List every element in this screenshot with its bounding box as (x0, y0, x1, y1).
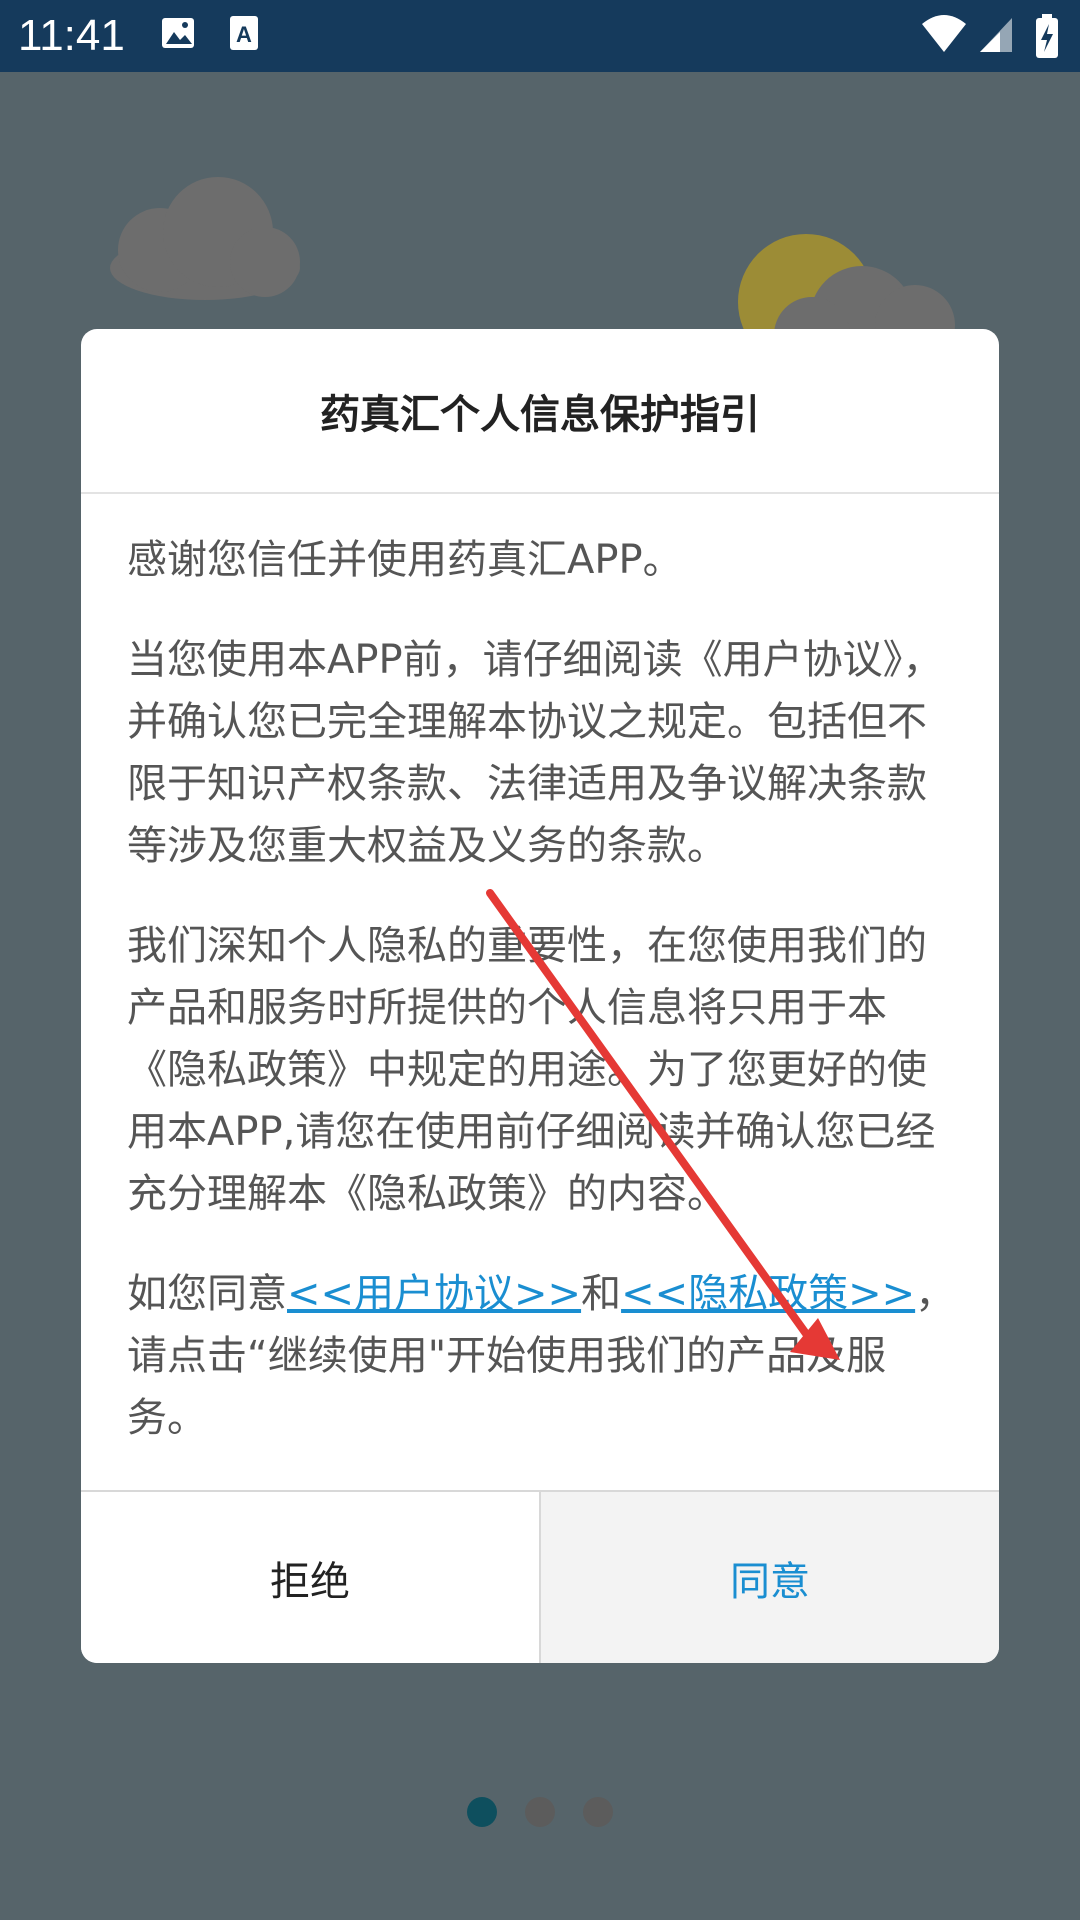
page-dot-2[interactable] (525, 1797, 555, 1827)
privacy-dialog: 药真汇个人信息保护指引 感谢您信任并使用药真汇APP。 当您使用本APP前，请仔… (81, 329, 999, 1663)
dialog-title: 药真汇个人信息保护指引 (320, 391, 760, 438)
status-time: 11:41 (18, 11, 125, 60)
paragraph-consent: 如您同意<<用户协议>>和<<隐私政策>>，请点击“继续使用"开始使用我们的产品… (127, 1263, 957, 1449)
dialog-body[interactable]: 感谢您信任并使用药真汇APP。 当您使用本APP前，请仔细阅读《用户协议》，并确… (127, 529, 957, 1487)
consent-prefix: 如您同意 (127, 1271, 287, 1317)
agree-button[interactable]: 同意 (541, 1492, 999, 1663)
user-agreement-link[interactable]: <<用户协议>> (287, 1271, 581, 1317)
cloud-left-icon (110, 177, 300, 300)
image-notification-icon (162, 18, 194, 48)
consent-and: 和 (581, 1271, 622, 1317)
page-indicator (0, 1797, 1080, 1827)
paragraph-user-agreement: 当您使用本APP前，请仔细阅读《用户协议》，并确认您已完全理解本协议之规定。包括… (127, 637, 943, 869)
title-divider (81, 492, 999, 494)
wifi-icon (922, 15, 966, 52)
paragraph-thanks: 感谢您信任并使用药真汇APP。 (127, 537, 683, 583)
page-dot-1[interactable] (467, 1797, 497, 1827)
font-notification-icon: A (230, 16, 258, 50)
page-dot-3[interactable] (583, 1797, 613, 1827)
privacy-policy-link[interactable]: <<隐私政策>> (621, 1271, 915, 1317)
status-bar: 11:41 A (0, 0, 1080, 72)
svg-text:A: A (236, 22, 252, 47)
paragraph-privacy: 我们深知个人隐私的重要性，在您使用我们的产品和服务时所提供的个人信息将只用于本《… (127, 923, 936, 1217)
refuse-button[interactable]: 拒绝 (81, 1492, 539, 1663)
signal-icon (980, 18, 1012, 52)
battery-charging-icon (1036, 14, 1058, 58)
